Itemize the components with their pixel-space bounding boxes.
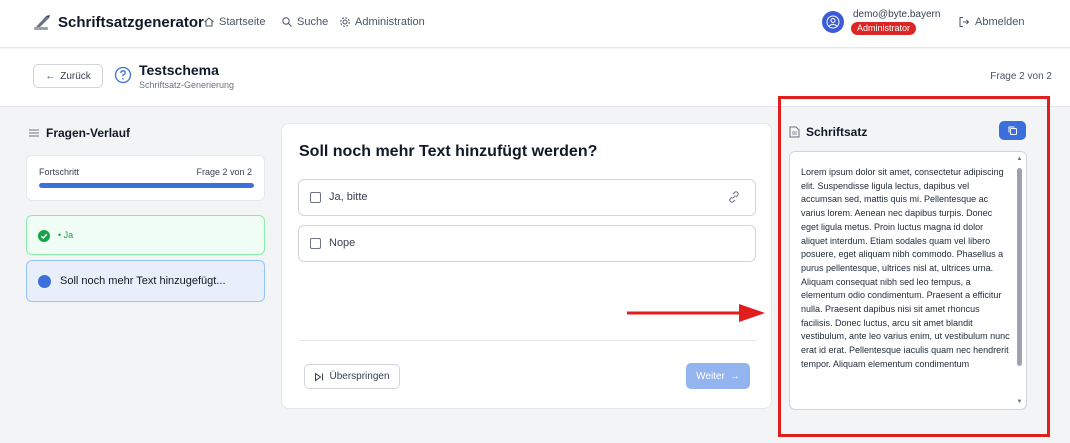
nav-home-link[interactable]: Startseite (203, 16, 265, 28)
skip-icon (315, 372, 324, 381)
arrow-right-icon: → (729, 370, 740, 382)
scrollbar-thumb[interactable] (1017, 168, 1022, 366)
progress-label: Fortschritt (39, 167, 80, 177)
link-icon[interactable] (727, 190, 741, 204)
nav-search-link[interactable]: Suche (281, 16, 328, 28)
search-icon (282, 17, 292, 27)
page-header: ← Zurück Testschema Schriftsatz-Generier… (0, 49, 1070, 107)
user-icon (826, 15, 840, 29)
help-icon[interactable] (114, 66, 132, 84)
top-navigation-bar: Schriftsatzgenerator Startseite Suche Ad… (0, 0, 1070, 48)
schriftsatz-text-box[interactable]: Lorem ipsum dolor sit amet, consectetur … (789, 151, 1027, 410)
nav-administration-label: Administration (355, 16, 425, 28)
page-title: Testschema (139, 62, 219, 78)
current-dot-icon (38, 275, 51, 288)
user-email: demo@byte.bayern (853, 9, 941, 20)
app-title[interactable]: Schriftsatzgenerator (58, 14, 204, 31)
option-checkbox[interactable] (310, 192, 321, 203)
document-icon (789, 126, 800, 138)
history-item-current[interactable]: Soll noch mehr Text hinzugefügt... (26, 260, 265, 302)
copy-button[interactable] (999, 121, 1026, 140)
scroll-down-icon[interactable]: ▼ (1016, 399, 1023, 406)
progress-card: Fortschritt Frage 2 von 2 (26, 155, 265, 201)
logout-label: Abmelden (975, 16, 1025, 28)
arrow-left-icon: ← (45, 70, 56, 82)
schriftsatz-title: Schriftsatz (806, 125, 868, 139)
user-avatar[interactable] (822, 11, 844, 33)
next-button[interactable]: Weiter → (686, 363, 750, 389)
next-label: Weiter (696, 370, 725, 382)
quill-logo-icon (34, 15, 50, 30)
schriftsatz-heading: Schriftsatz (789, 125, 867, 139)
back-label: Zurück (60, 70, 91, 82)
copy-icon (1008, 126, 1017, 135)
history-title: Fragen-Verlauf (46, 126, 131, 140)
back-button[interactable]: ← Zurück (33, 64, 103, 88)
progress-bar-fill (39, 183, 254, 188)
home-icon (204, 17, 214, 27)
list-icon (29, 129, 39, 137)
check-circle-icon (38, 230, 50, 242)
nav-home-label: Startseite (219, 16, 266, 28)
logout-button[interactable]: Abmelden (958, 16, 1025, 28)
option-ja-bitte[interactable]: Ja, bitte (298, 179, 756, 216)
scroll-up-icon[interactable]: ▲ (1016, 156, 1023, 163)
divider (299, 340, 756, 341)
option-label: Ja, bitte (329, 191, 368, 203)
user-role-badge: Administrator (851, 22, 917, 35)
skip-label: Überspringen (329, 371, 390, 382)
question-card: Soll noch mehr Text hinzufügt werden? Ja… (281, 123, 772, 409)
history-item-answered[interactable]: • Ja (26, 215, 265, 255)
annotation-arrow-icon (627, 304, 765, 322)
logout-icon (959, 17, 970, 27)
history-item-label: Soll noch mehr Text hinzugefügt... (60, 275, 226, 287)
scrollbar[interactable]: ▲ ▼ (1016, 156, 1023, 406)
option-nope[interactable]: Nope (298, 225, 756, 262)
skip-button[interactable]: Überspringen (304, 364, 400, 389)
question-counter: Frage 2 von 2 (990, 71, 1052, 82)
option-checkbox[interactable] (310, 238, 321, 249)
gear-icon (340, 17, 350, 27)
history-heading: Fragen-Verlauf (28, 126, 130, 140)
page-subtitle: Schriftsatz-Generierung (139, 80, 235, 90)
nav-administration-link[interactable]: Administration (339, 16, 425, 28)
progress-value: Frage 2 von 2 (196, 167, 252, 177)
nav-search-label: Suche (297, 16, 329, 28)
history-item-label: • Ja (58, 230, 74, 240)
question-title: Soll noch mehr Text hinzufügt werden? (299, 143, 598, 160)
progress-bar (39, 183, 254, 188)
option-label: Nope (329, 237, 356, 249)
schriftsatz-text: Lorem ipsum dolor sit amet, consectetur … (801, 167, 1010, 369)
